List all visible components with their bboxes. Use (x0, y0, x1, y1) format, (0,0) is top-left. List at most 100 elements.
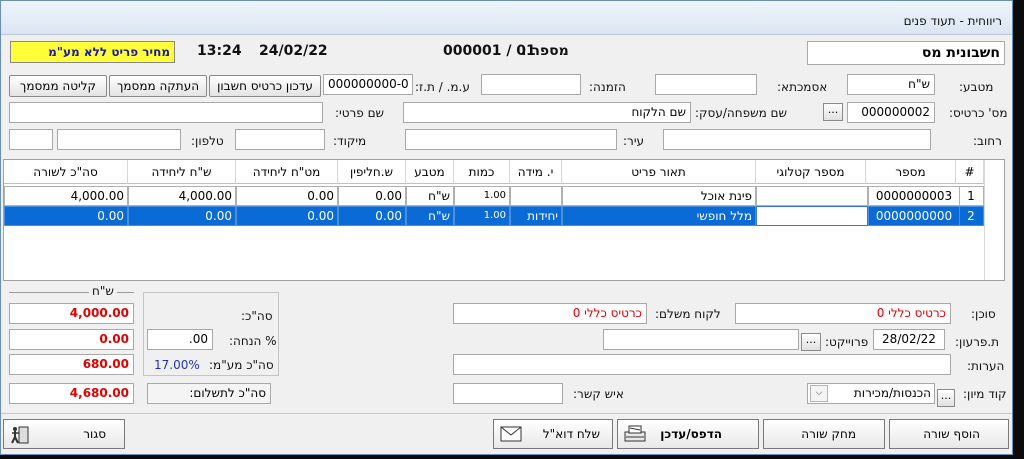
row2-unit[interactable]: יחידות (510, 206, 562, 226)
doc-number-value: 000001 / 01 (443, 43, 536, 59)
update-account-card-button[interactable]: עדכון כרטיס חשבון (209, 75, 321, 97)
row2-item-number[interactable]: 0000000000 (868, 206, 960, 226)
row1-line-total: 4,000.00 (4, 186, 128, 206)
grid-scroll-area[interactable] (984, 160, 1004, 280)
import-from-document-button[interactable]: קליטה ממסמך (9, 75, 107, 97)
card-number-field[interactable]: 000000002 (847, 102, 935, 123)
price-without-vat-badge: מחיר פריט ללא מע"מ (10, 41, 175, 63)
col-header-line-total[interactable]: סה"כ לשורה (4, 160, 128, 184)
add-row-label: הוסף שורה (923, 427, 980, 441)
exit-door-icon (11, 426, 29, 444)
printer-icon (624, 425, 646, 442)
zip-label: מיקוד: (333, 134, 367, 148)
due-date-label: ת.פרעון: (955, 335, 1000, 349)
firstname-field[interactable] (9, 102, 323, 123)
phone-prefix-field[interactable] (9, 129, 53, 150)
row2-catalog[interactable] (756, 206, 868, 226)
delete-row-button[interactable]: מחק שורה (763, 419, 885, 449)
action-bar-separator (1, 413, 1012, 414)
col-header-index[interactable]: # (956, 160, 984, 184)
zip-field[interactable] (235, 129, 325, 150)
sort-code-label: קוד מיון: (963, 387, 1007, 401)
lastname-label: שם משפחה/עסק: (695, 106, 788, 120)
doc-type-field[interactable]: חשבונית מס (807, 41, 1005, 65)
card-lookup-button[interactable]: ... (823, 103, 843, 121)
row1-item-number[interactable]: 0000000003 (868, 186, 960, 206)
agent-field[interactable]: כרטיס כללי 0 (735, 303, 951, 324)
doc-time: 13:24 (197, 43, 242, 59)
row2-index: 2 (958, 206, 984, 226)
row1-currency[interactable]: ש"ח (406, 186, 454, 206)
col-header-nis-unit[interactable]: ש"ח ליחידה (128, 160, 236, 184)
add-row-button[interactable]: הוסף שורה (889, 419, 1009, 449)
project-lookup-button[interactable]: ... (801, 333, 821, 351)
currency-field[interactable]: ש"ח (847, 74, 935, 95)
sort-code-lookup-button[interactable]: ... (937, 389, 955, 407)
send-email-button[interactable]: שלח דוא"ל (493, 419, 613, 449)
contact-label: איש קשר: (573, 387, 624, 401)
title-bar (1, 1, 1012, 35)
send-email-label: שלח דוא"ל (542, 427, 600, 441)
col-header-exchange-rate[interactable]: ש.חליפין (338, 160, 406, 184)
col-header-quantity[interactable]: כמות (454, 160, 510, 184)
due-date-field[interactable]: 28/02/22 (873, 329, 945, 350)
row1-quantity[interactable]: 1.00 (454, 186, 510, 206)
row1-nis-unit[interactable]: 4,000.00 (128, 186, 236, 206)
totals-currency-header: ש"ח (89, 284, 117, 298)
lastname-field[interactable]: שם הלקוח (403, 102, 691, 123)
notes-field[interactable] (453, 354, 951, 375)
subtotal-value: 4,000.00 (9, 303, 134, 324)
copy-from-document-button[interactable]: העתקה ממסמך (109, 75, 207, 97)
firstname-label: שם פרטי: (335, 106, 385, 120)
row2-description[interactable]: מלל חופשי (562, 206, 756, 226)
city-label: עיר: (623, 134, 645, 148)
col-header-number[interactable]: מספר (866, 160, 956, 184)
row2-fx-unit[interactable]: 0.00 (236, 206, 338, 226)
row1-fx-unit[interactable]: 0.00 (236, 186, 338, 206)
discount-value: 0.00 (9, 329, 134, 350)
vat-percent: 17.00% (154, 358, 200, 372)
discount-label: % הנחה: (229, 334, 277, 348)
asmachta-label: אסמכתא: (777, 80, 828, 94)
row2-quantity[interactable]: 1.00 (454, 206, 510, 226)
order-field[interactable] (481, 74, 581, 95)
vat-total-label: סה"כ מע"מ: (209, 358, 274, 372)
discount-percent-field[interactable]: .00 (147, 329, 213, 350)
row2-line-total: 0.00 (4, 206, 128, 226)
col-header-catalog[interactable]: מספר קטלוגי (756, 160, 866, 184)
row2-nis-unit[interactable]: 0.00 (128, 206, 236, 226)
sort-code-select[interactable]: ⌵ הכנסות/מכירות (807, 383, 935, 404)
items-grid[interactable]: # מספר מספר קטלוגי תאור פריט י. מידה כמו… (3, 159, 1005, 281)
subtotal-label: סה"כ: (241, 309, 273, 323)
project-label: פרוייקט: (825, 335, 869, 349)
col-header-unit[interactable]: י. מידה (510, 160, 562, 184)
total-to-pay-label: סה"כ לתשלום: (147, 383, 271, 404)
close-button[interactable]: סגור (3, 419, 125, 449)
city-field[interactable] (405, 129, 617, 150)
phone-label: טלפון: (191, 134, 224, 148)
total-to-pay-value: 4,680.00 (9, 383, 134, 404)
phone-field[interactable] (57, 129, 181, 150)
row1-unit[interactable] (510, 186, 562, 206)
row2-exchange-rate[interactable]: 0.00 (338, 206, 406, 226)
row1-catalog[interactable] (756, 186, 868, 206)
print-update-button[interactable]: הדפס/עדכן (617, 419, 759, 449)
row2-currency[interactable]: ש"ח (406, 206, 454, 226)
asmachta-field[interactable] (655, 74, 757, 95)
payer-field[interactable]: כרטיס כללי 0 (453, 303, 647, 324)
col-header-currency[interactable]: מטבע (406, 160, 454, 184)
vat-id-label: ע.מ. / ת.ז: (415, 80, 470, 94)
row1-description[interactable]: פינת אוכל (562, 186, 756, 206)
order-label: הזמנה: (589, 80, 626, 94)
print-update-label: הדפס/עדכן (660, 427, 722, 441)
row1-exchange-rate[interactable]: 0.00 (338, 186, 406, 206)
col-header-description[interactable]: תאור פריט (562, 160, 756, 184)
chevron-down-icon[interactable]: ⌵ (810, 385, 828, 402)
row1-index: 1 (958, 186, 984, 206)
street-field[interactable] (663, 129, 931, 150)
close-label: סגור (83, 427, 106, 441)
contact-field[interactable] (453, 383, 563, 404)
col-header-fx-unit[interactable]: מט"ח ליחידה (236, 160, 338, 184)
vat-id-field[interactable]: 000000000-0 (323, 74, 413, 95)
project-field[interactable] (603, 329, 799, 350)
